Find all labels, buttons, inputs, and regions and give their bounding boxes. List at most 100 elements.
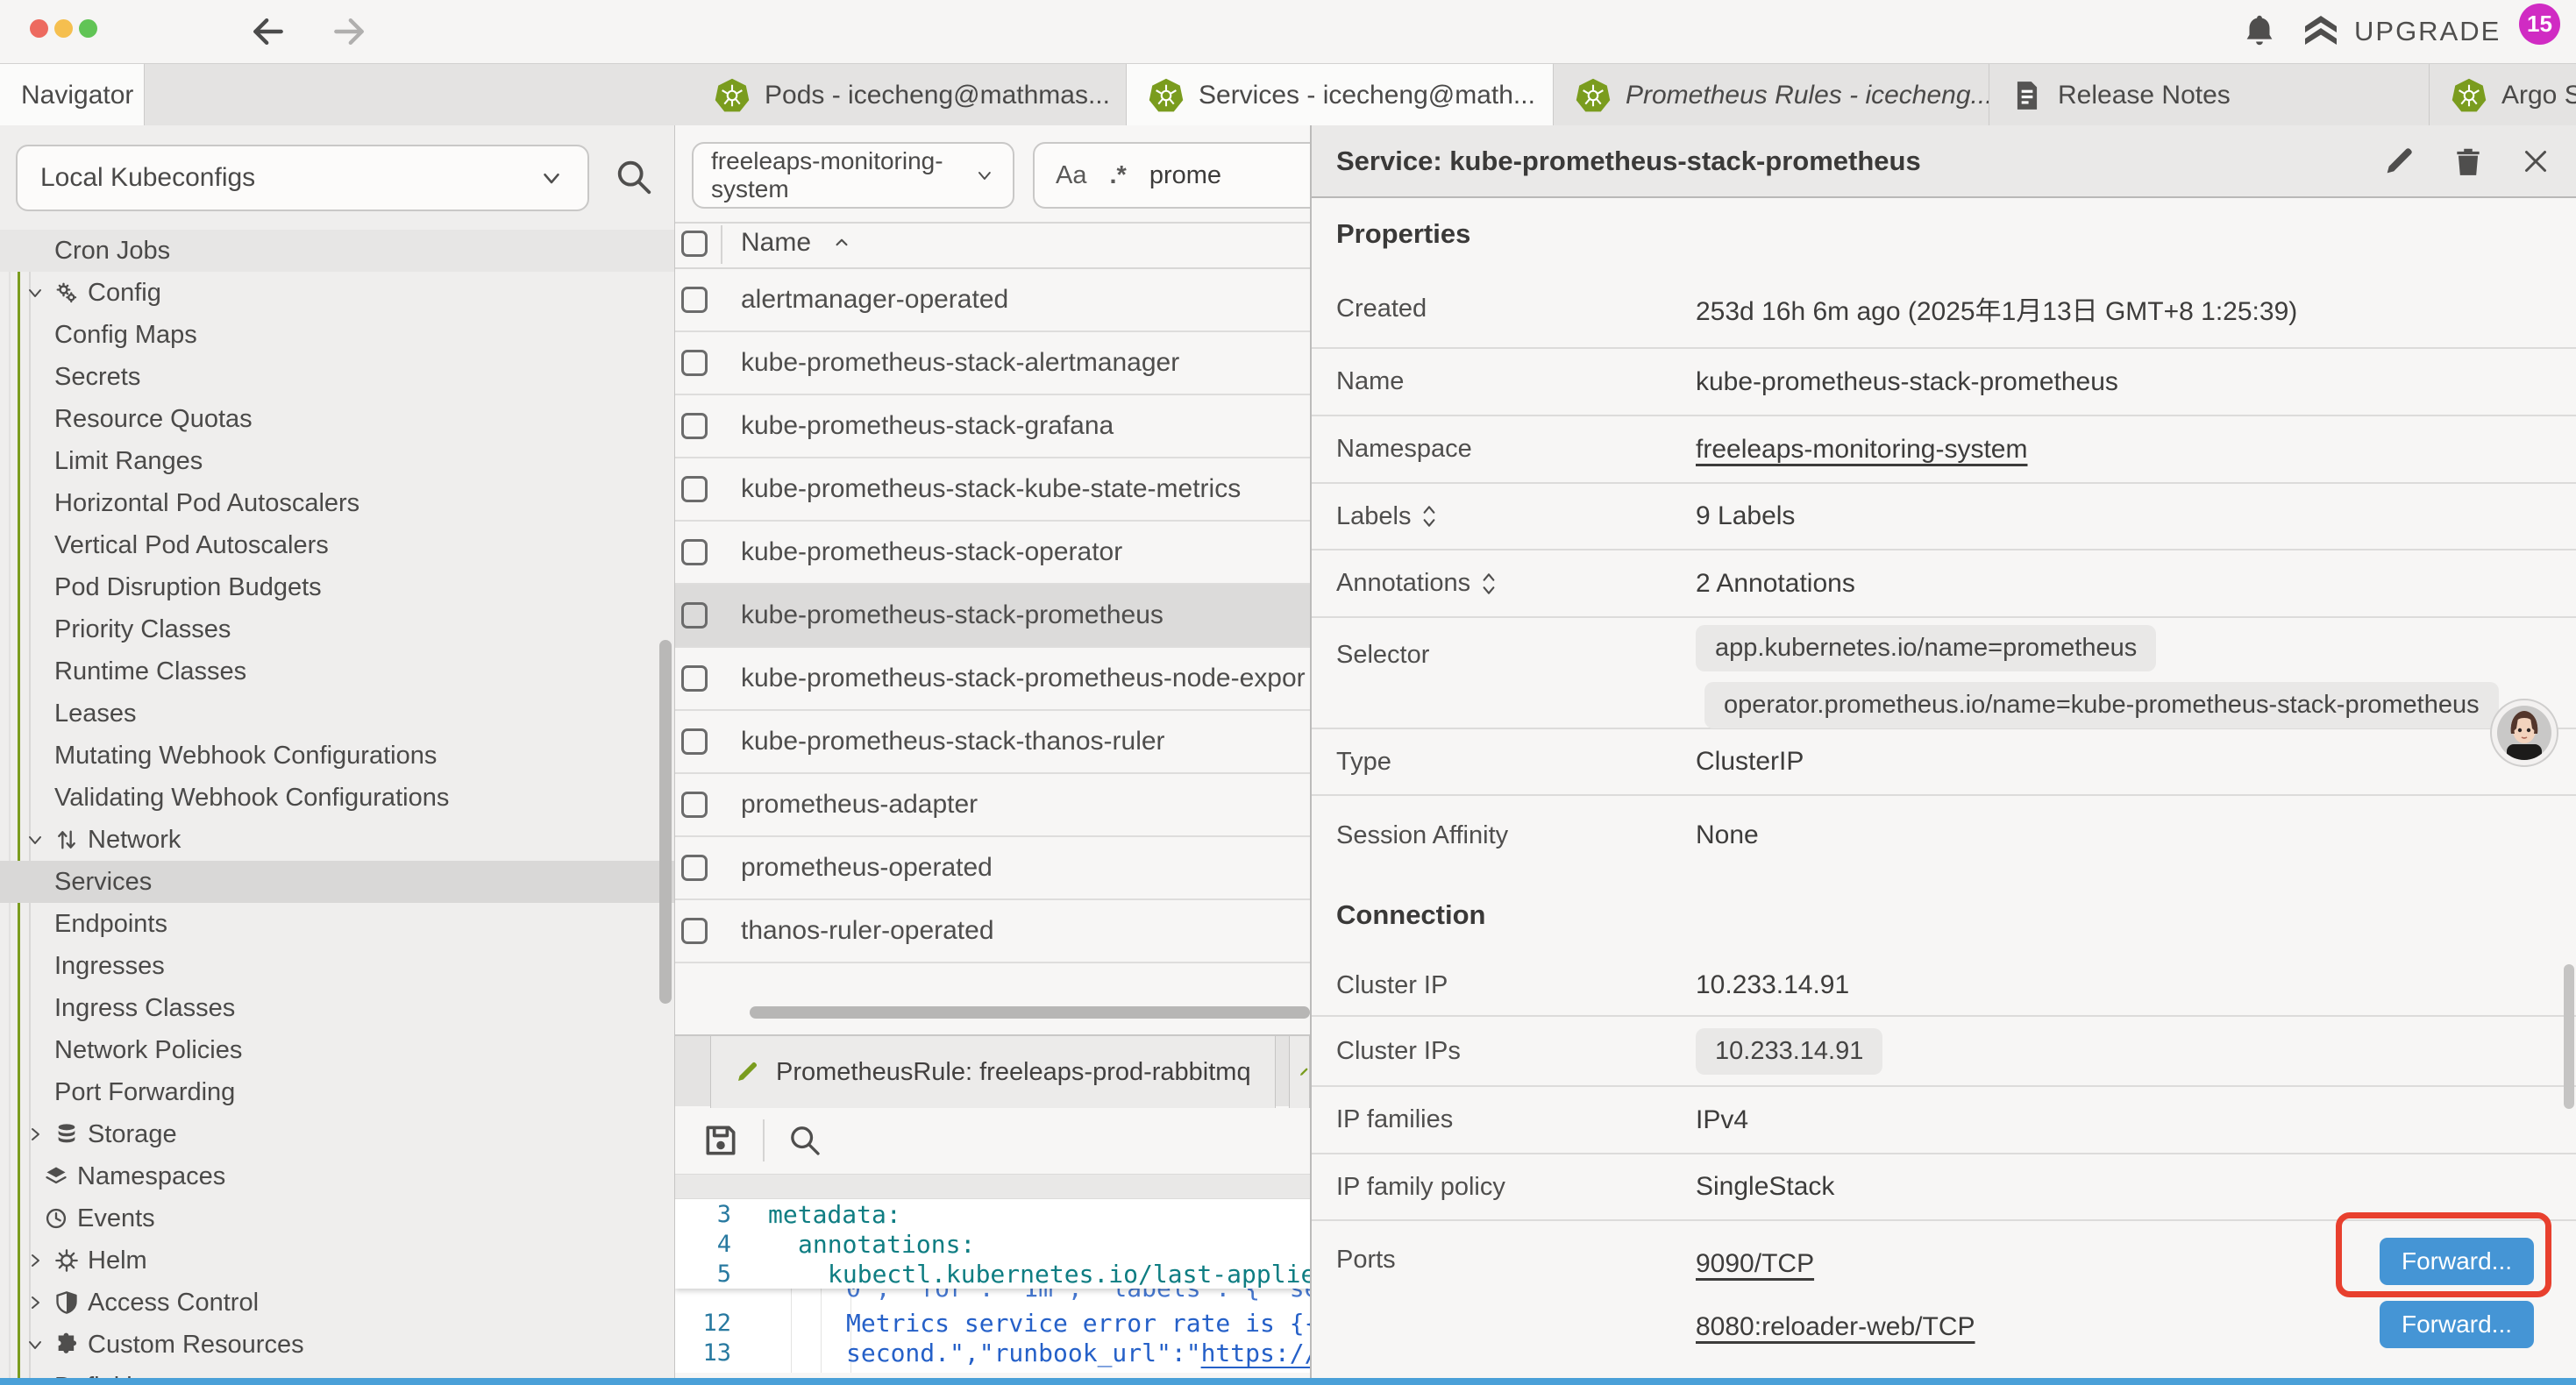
select-all-checkbox[interactable] (681, 231, 708, 257)
sidebar-item-limit-ranges[interactable]: Limit Ranges (0, 440, 674, 482)
database-icon (54, 1122, 79, 1147)
row-checkbox[interactable] (681, 665, 708, 692)
port-link-8080[interactable]: 8080:reloader-web/TCP (1696, 1312, 1975, 1342)
editor-tab-prometheusrule[interactable]: PrometheusRule: freeleaps-prod-rabbitmq (710, 1036, 1276, 1108)
sidebar-item-custom-resources[interactable]: Custom Resources (0, 1324, 674, 1366)
code-text: error rate in freeleaps metrics ser (754, 1368, 1310, 1374)
sidebar-item-vertical-pod-autoscalers[interactable]: Vertical Pod Autoscalers (0, 524, 674, 566)
save-icon[interactable] (701, 1121, 740, 1160)
regex-toggle[interactable]: .* (1109, 161, 1126, 190)
connection-row-cluster-ip: Cluster IP 10.233.14.91 (1312, 955, 2576, 1017)
edit-pencil-icon[interactable] (2381, 144, 2416, 179)
chevron-down-icon (974, 163, 995, 188)
row-checkbox[interactable] (681, 792, 708, 818)
table-row[interactable]: thanos-ruler-operated (675, 900, 1310, 963)
sidebar-item-storage[interactable]: Storage (0, 1113, 674, 1155)
horizontal-scrollbar[interactable] (750, 1006, 1310, 1019)
table-row[interactable]: alertmanager-operated (675, 269, 1310, 332)
back-arrow-icon[interactable] (249, 12, 288, 51)
sidebar-item-horizontal-pod-autoscalers[interactable]: Horizontal Pod Autoscalers (0, 482, 674, 524)
sidebar-item-network[interactable]: Network (0, 819, 674, 861)
sidebar-item-namespaces[interactable]: Namespaces (0, 1155, 674, 1197)
table-row[interactable]: prometheus-operated (675, 837, 1310, 900)
sidebar-item-port-forwarding[interactable]: Port Forwarding (0, 1071, 674, 1113)
tab-pods[interactable]: Pods - icecheng@mathmas... (693, 64, 1127, 126)
table-row-selected[interactable]: kube-prometheus-stack-prometheus (675, 585, 1310, 648)
table-row[interactable]: kube-prometheus-stack-operator (675, 522, 1310, 585)
window-zoom-button[interactable] (79, 19, 97, 38)
chevron-right-icon (25, 1250, 46, 1271)
sidebar-item-config-maps[interactable]: Config Maps (0, 314, 674, 356)
row-checkbox[interactable] (681, 539, 708, 565)
row-checkbox[interactable] (681, 350, 708, 376)
user-avatar[interactable] (2490, 699, 2558, 767)
search-icon[interactable] (614, 157, 654, 197)
window-close-button[interactable] (30, 19, 48, 38)
tab-services[interactable]: Services - icecheng@math... (1127, 64, 1554, 126)
sidebar-item-secrets[interactable]: Secrets (0, 356, 674, 398)
sidebar-item-ingresses[interactable]: Ingresses (0, 945, 674, 987)
table-row[interactable]: kube-prometheus-stack-alertmanager (675, 332, 1310, 395)
close-panel-icon[interactable] (2520, 146, 2551, 177)
sidebar-item-network-policies[interactable]: Network Policies (0, 1029, 674, 1071)
editor-tab-partial[interactable] (1289, 1036, 1310, 1108)
sidebar-item-resource-quotas[interactable]: Resource Quotas (0, 398, 674, 440)
name-column-header[interactable]: Name (741, 228, 853, 258)
table-row[interactable]: kube-prometheus-stack-thanos-ruler (675, 711, 1310, 774)
sidebar-item-definitions[interactable]: Definitions (0, 1366, 674, 1378)
port-link-9090[interactable]: 9090/TCP (1696, 1249, 1814, 1279)
sidebar-item-events[interactable]: Events (0, 1197, 674, 1239)
row-checkbox[interactable] (681, 728, 708, 755)
tab-argo[interactable]: Argo Se (2430, 64, 2576, 126)
trash-icon[interactable] (2451, 145, 2485, 178)
tab-navigator[interactable]: Navigator (0, 64, 145, 126)
tab-release-notes[interactable]: Release Notes (1989, 64, 2430, 126)
row-checkbox[interactable] (681, 287, 708, 313)
forward-button-9090[interactable]: Forward... (2380, 1238, 2534, 1285)
sidebar-item-access-control[interactable]: Access Control (0, 1282, 674, 1324)
table-search-input[interactable]: Aa .* prome (1033, 142, 1310, 209)
sidebar-item-endpoints[interactable]: Endpoints (0, 903, 674, 945)
tab-prometheus-rules[interactable]: Prometheus Rules - icecheng... (1554, 64, 1989, 126)
row-checkbox[interactable] (681, 413, 708, 439)
row-checkbox[interactable] (681, 476, 708, 502)
table-row[interactable]: kube-prometheus-stack-kube-state-metrics (675, 458, 1310, 522)
upgrade-button[interactable]: UPGRADE (2300, 11, 2501, 53)
sidebar-item-helm[interactable]: Helm (0, 1239, 674, 1282)
expander-icon[interactable] (1481, 571, 1497, 597)
search-icon[interactable] (787, 1123, 822, 1158)
namespace-filter-dropdown[interactable]: freeleaps-monitoring-system (692, 142, 1014, 209)
sidebar-item-ingress-classes[interactable]: Ingress Classes (0, 987, 674, 1029)
sidebar-item-runtime-classes[interactable]: Runtime Classes (0, 650, 674, 692)
sidebar-item-pod-disruption-budgets[interactable]: Pod Disruption Budgets (0, 566, 674, 608)
namespace-link[interactable]: freeleaps-monitoring-system (1696, 435, 2027, 465)
sidebar-scrollbar[interactable] (659, 640, 672, 1004)
expander-icon[interactable] (1421, 503, 1437, 529)
sidebar-item-mutating-webhook-configurations[interactable]: Mutating Webhook Configurations (0, 735, 674, 777)
service-detail-panel: Service: kube-prometheus-stack-prometheu… (1310, 125, 2576, 1378)
sidebar-item-services[interactable]: Services (0, 861, 674, 903)
forward-arrow-icon[interactable] (330, 12, 368, 51)
sidebar-item-validating-webhook-configurations[interactable]: Validating Webhook Configurations (0, 777, 674, 819)
sidebar-item-cron-jobs[interactable]: Cron Jobs (0, 230, 674, 272)
table-row[interactable]: prometheus-adapter (675, 774, 1310, 837)
yaml-editor[interactable]: 3metadata: 4annotations: 5kubectl.kubern… (675, 1199, 1310, 1373)
kubeconfig-dropdown[interactable]: Local Kubeconfigs (16, 145, 589, 211)
sidebar-item-priority-classes[interactable]: Priority Classes (0, 608, 674, 650)
property-row-annotations: Annotations 2 Annotations (1312, 550, 2576, 618)
chevron-right-icon (25, 1292, 46, 1313)
tab-strip: Navigator Pods - icecheng@mathmas... Ser… (0, 63, 2576, 125)
row-checkbox[interactable] (681, 855, 708, 881)
bell-icon[interactable] (2239, 11, 2280, 51)
table-row[interactable]: kube-prometheus-stack-prometheus-node-ex… (675, 648, 1310, 711)
notification-count-badge[interactable]: 15 (2519, 4, 2560, 45)
row-checkbox[interactable] (681, 918, 708, 944)
sidebar-item-config[interactable]: Config (0, 272, 674, 314)
table-row[interactable]: kube-prometheus-stack-grafana (675, 395, 1310, 458)
row-checkbox[interactable] (681, 602, 708, 629)
forward-button-8080[interactable]: Forward... (2380, 1301, 2534, 1348)
match-case-toggle[interactable]: Aa (1056, 161, 1086, 190)
window-minimize-button[interactable] (54, 19, 73, 38)
sidebar-item-leases[interactable]: Leases (0, 692, 674, 735)
detail-scrollbar[interactable] (2564, 964, 2574, 1109)
